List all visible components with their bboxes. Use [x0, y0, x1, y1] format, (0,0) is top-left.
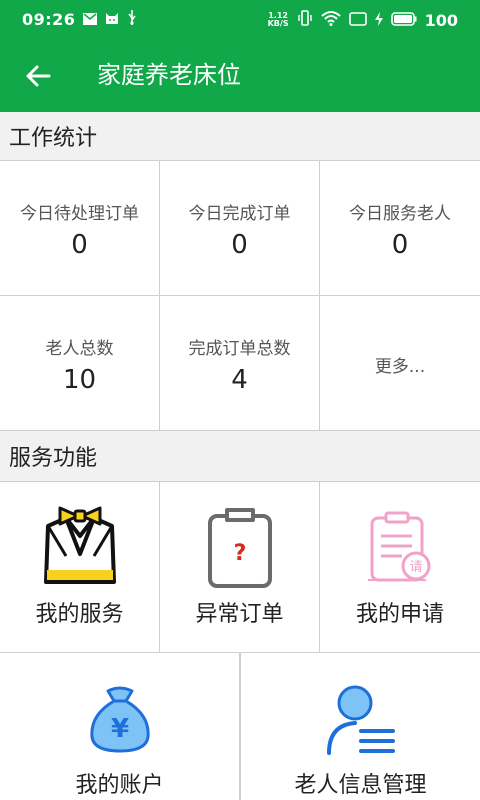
stat-label: 完成订单总数	[188, 339, 291, 359]
func-label: 异常订单	[195, 602, 284, 627]
stat-label: 老人总数	[45, 339, 114, 359]
battery-level: 100	[424, 10, 458, 30]
application-clipboard-icon: 请	[364, 510, 436, 594]
stat-completed-today[interactable]: 今日完成订单 0	[160, 161, 320, 296]
back-button[interactable]	[18, 58, 58, 94]
stat-label: 今日待处理订单	[20, 204, 139, 224]
status-bar: 09:26 1.12 KB/S 100	[0, 0, 480, 38]
stat-total-completed-orders[interactable]: 完成订单总数 4	[160, 296, 320, 431]
stat-pending-today[interactable]: 今日待处理订单 0	[0, 161, 160, 296]
clipboard-question-icon: ?	[205, 506, 275, 594]
vibrate-icon	[297, 10, 313, 30]
func-abnormal-orders[interactable]: ? 异常订单	[160, 482, 320, 653]
stat-label: 今日完成订单	[188, 204, 291, 224]
battery-icon	[390, 11, 417, 30]
stat-value: 0	[71, 230, 88, 260]
section-header-functions: 服务功能	[0, 431, 480, 481]
func-my-service[interactable]: 我的服务	[0, 482, 160, 653]
status-time: 09:26	[22, 10, 76, 29]
user-list-icon	[325, 683, 397, 759]
func-my-applications[interactable]: 请 我的申请	[320, 482, 480, 653]
stat-value: 0	[391, 230, 409, 260]
section-header-stats: 工作统计	[0, 112, 480, 160]
cat-icon	[105, 10, 119, 29]
more-button[interactable]: 更多...	[320, 296, 480, 431]
stat-value: 10	[62, 365, 97, 395]
app-bar: 家庭养老床位	[0, 38, 480, 112]
money-bag-icon: ¥	[86, 683, 154, 759]
status-left: 09:26	[22, 10, 137, 29]
page-title: 家庭养老床位	[97, 61, 241, 89]
arrow-left-icon	[26, 65, 51, 87]
svg-text:请: 请	[409, 560, 422, 575]
func-label: 老人信息管理	[294, 773, 427, 798]
func-elder-info-management[interactable]: 老人信息管理	[240, 653, 480, 800]
func-label: 我的服务	[35, 602, 124, 627]
stat-served-elders-today[interactable]: 今日服务老人 0	[320, 161, 480, 296]
mail-icon	[83, 10, 98, 29]
wifi-icon	[320, 10, 341, 30]
stat-value: 0	[231, 230, 248, 260]
sim-icon	[348, 11, 367, 30]
stat-value: 4	[231, 365, 248, 395]
status-right: 1.12 KB/S 100	[268, 10, 458, 30]
more-label: 更多...	[374, 357, 426, 377]
func-my-account[interactable]: ¥ 我的账户	[0, 653, 240, 800]
stat-total-elders[interactable]: 老人总数 10	[0, 296, 160, 431]
func-label: 我的账户	[75, 773, 164, 798]
tuxedo-icon	[42, 506, 118, 592]
usb-icon	[127, 10, 137, 29]
network-speed-unit: KB/S	[267, 19, 289, 28]
svg-text:¥: ¥	[110, 714, 128, 744]
svg-text:?: ?	[233, 541, 246, 566]
charging-icon	[374, 11, 383, 30]
func-label: 我的申请	[355, 602, 444, 627]
network-speed: 1.12 KB/S	[268, 12, 289, 28]
stat-label: 今日服务老人	[349, 204, 451, 224]
